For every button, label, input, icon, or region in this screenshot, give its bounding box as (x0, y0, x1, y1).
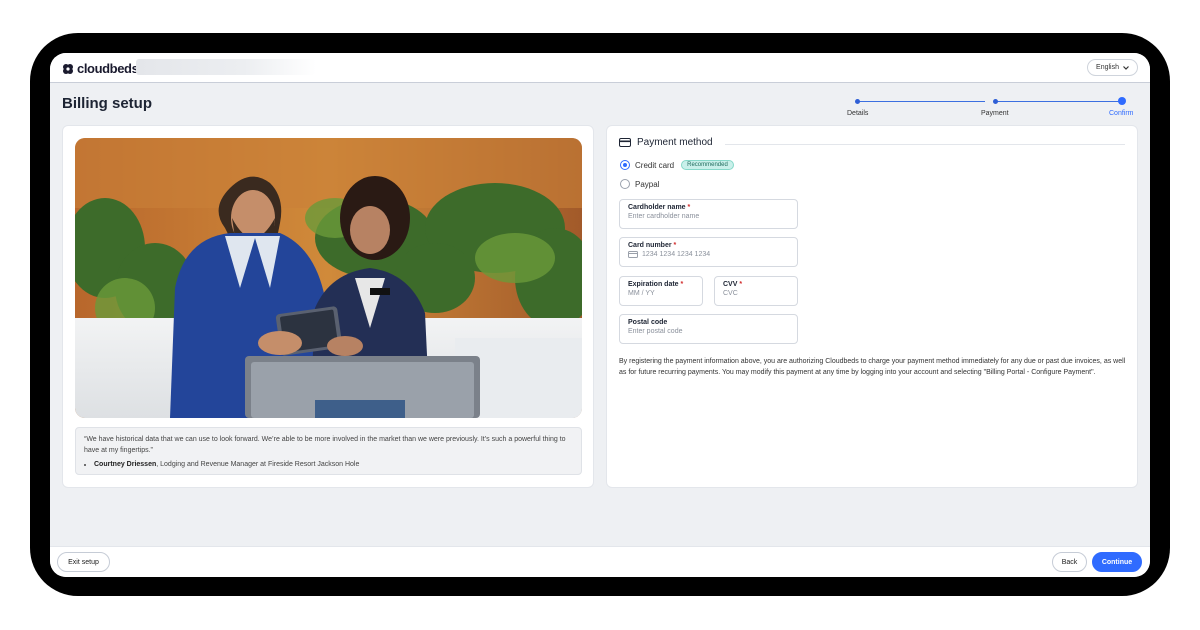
step-label-confirm: Confirm (1109, 110, 1134, 117)
credit-card-label: Credit card (635, 160, 675, 170)
continue-button[interactable]: Continue (1092, 552, 1142, 572)
cardholder-name-label: Cardholder name * (628, 204, 789, 211)
language-selector[interactable]: English (1087, 59, 1138, 76)
staff-illustration (75, 138, 582, 418)
cardholder-name-field[interactable]: Cardholder name * Enter cardholder name (619, 199, 798, 229)
card-icon (628, 251, 638, 258)
expiration-date-label-text: Expiration date (628, 281, 679, 288)
step-dot-confirm (1118, 97, 1126, 105)
option-paypal[interactable]: Paypal (620, 179, 659, 189)
postal-code-field[interactable]: Postal code Enter postal code (619, 314, 798, 344)
testimonial-quote: “We have historical data that we can use… (75, 427, 582, 475)
language-label: English (1096, 64, 1119, 71)
logo-text: cloudbeds (77, 61, 139, 76)
cardholder-name-label-text: Cardholder name (628, 204, 686, 211)
recommended-badge: Recommended (681, 160, 734, 170)
credit-card-icon (619, 138, 631, 147)
required-marker: * (673, 242, 677, 249)
required-marker: * (680, 281, 684, 288)
postal-code-label: Postal code (628, 319, 668, 326)
payment-authorization-text: By registering the payment information a… (619, 358, 1126, 376)
payment-method-header: Payment method (619, 137, 713, 148)
postal-code-placeholder: Enter postal code (628, 328, 683, 335)
attribution-item: Courtney Driessen, Lodging and Revenue M… (94, 459, 573, 470)
expiration-date-field[interactable]: Expiration date * MM / YY (619, 276, 703, 306)
cvv-field[interactable]: CVV * CVC (714, 276, 798, 306)
page-title: Billing setup (62, 95, 152, 112)
step-dot-details (855, 99, 860, 104)
cvv-label-text: CVV (723, 281, 738, 288)
required-marker: * (739, 281, 743, 288)
option-credit-card[interactable]: Credit card Recommended (620, 160, 734, 170)
required-marker: * (687, 204, 691, 211)
footer-bar: Exit setup Back Continue (50, 546, 1150, 577)
quote-attribution: Courtney Driessen, Lodging and Revenue M… (84, 459, 573, 470)
testimonial-card: “We have historical data that we can use… (62, 125, 594, 488)
step-label-payment: Payment (981, 110, 1009, 117)
payment-card: Payment method Credit card Recommended P… (606, 125, 1138, 488)
card-number-input: 1234 1234 1234 1234 (628, 251, 789, 258)
quote-text: “We have historical data that we can use… (84, 436, 566, 454)
stepper-line (857, 101, 985, 102)
exit-setup-button[interactable]: Exit setup (57, 552, 110, 572)
cvv-label: CVV * (723, 281, 789, 288)
cloudbeds-logo[interactable]: cloudbeds (62, 61, 139, 76)
back-button[interactable]: Back (1052, 552, 1087, 572)
app-screen: cloudbeds English Billing setup Details … (50, 53, 1150, 577)
paypal-label: Paypal (635, 179, 660, 189)
card-number-label: Card number * (628, 242, 789, 249)
chevron-down-icon (1123, 65, 1129, 70)
expiration-date-label: Expiration date * (628, 281, 694, 288)
card-number-label-text: Card number (628, 242, 672, 249)
credit-card-radio[interactable] (620, 160, 630, 170)
card-number-field[interactable]: Card number * 1234 1234 1234 1234 (619, 237, 798, 267)
redacted-account-name (136, 59, 316, 75)
paypal-radio[interactable] (620, 179, 630, 189)
step-label-details: Details (847, 110, 869, 117)
top-bar: cloudbeds English (50, 53, 1150, 83)
card-number-placeholder: 1234 1234 1234 1234 (642, 251, 711, 258)
stepper-line (997, 101, 1119, 102)
hotel-staff-photo (75, 138, 582, 418)
cloudbeds-logo-icon (63, 63, 73, 74)
author-name: Courtney Driessen (94, 461, 157, 468)
section-divider (725, 144, 1125, 145)
step-dot-payment (993, 99, 998, 104)
cvv-placeholder: CVC (723, 290, 738, 297)
cardholder-name-placeholder: Enter cardholder name (628, 213, 700, 220)
payment-method-title: Payment method (637, 137, 713, 148)
author-role: , Lodging and Revenue Manager at Firesid… (156, 461, 360, 468)
expiration-date-placeholder: MM / YY (628, 290, 655, 297)
progress-stepper: Details Payment Confirm (845, 97, 1145, 117)
